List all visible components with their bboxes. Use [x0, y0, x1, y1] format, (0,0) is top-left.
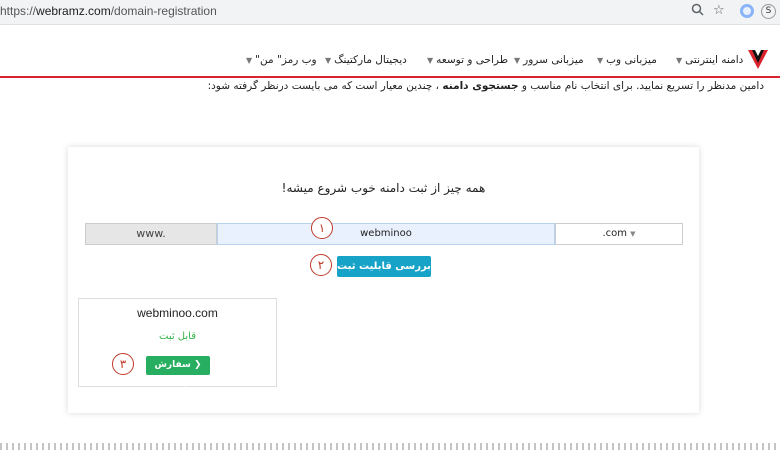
nav-divider [0, 76, 780, 78]
chevron-down-icon: ▼ [597, 56, 604, 65]
card-headline: همه چیز از ثبت دامنه خوب شروع میشه! [281, 181, 486, 195]
url-scheme: https:// [0, 4, 37, 18]
nav-item-marketing[interactable]: ▼ دیجیتال مارکتینگ [325, 54, 407, 66]
result-status: قابل ثبت [159, 331, 196, 342]
step-marker-3: ۳ [112, 353, 134, 375]
chevron-down-icon: ▼ [325, 56, 332, 65]
address-bar[interactable]: https://webramz.com/domain-registration … [0, 0, 780, 25]
step-marker-1: ۱ [311, 217, 333, 239]
chevron-left-icon: ❮ [193, 360, 202, 370]
nav-item-my-account[interactable]: ▼ "وب رمز" من [246, 54, 317, 66]
domain-result-box: webminoo.com قابل ثبت ❮ سفارش دهید ۳ [78, 298, 277, 389]
url-path: /domain-registration [110, 4, 217, 18]
cropped-text-line [0, 443, 780, 450]
chevron-down-icon: ▼ [246, 56, 253, 65]
skype-extension-icon[interactable]: S [761, 4, 776, 19]
nav-item-domain[interactable]: ▼ دامنه اینترنتی [676, 54, 743, 66]
nav-label: میزبانی سرور [523, 54, 584, 66]
step-marker-2: ۲ [310, 254, 332, 276]
domain-name-input[interactable]: webminoo [217, 223, 555, 245]
webramz-logo[interactable] [747, 48, 769, 70]
url-text[interactable]: https://webramz.com/domain-registration [0, 4, 217, 18]
url-host: webramz.com [36, 4, 111, 18]
www-prefix: www. [85, 223, 217, 245]
extension-value: .com [602, 228, 627, 239]
chevron-down-icon: ▼ [630, 230, 636, 238]
nav-item-design[interactable]: ▼ طراحی و توسعه [427, 54, 508, 66]
nav-label: طراحی و توسعه [436, 54, 509, 66]
domain-input-row: www. webminoo .com ▼ [85, 223, 683, 245]
extension-icon[interactable] [740, 4, 754, 18]
check-availability-button[interactable]: بررسی قابلیت ثبت [337, 256, 431, 277]
extension-select[interactable]: .com ▼ [555, 223, 683, 245]
chevron-down-icon: ▼ [427, 56, 434, 65]
star-icon[interactable]: ☆ [713, 3, 725, 18]
result-domain: webminoo.com [137, 306, 218, 320]
domain-search-card: همه چیز از ثبت دامنه خوب شروع میشه! www.… [68, 147, 699, 413]
chevron-down-icon: ▼ [676, 56, 683, 65]
intro-text: دامین مدنظر را تسریع نمایید. برای انتخاب… [207, 80, 764, 92]
nav-label: "وب رمز" من [255, 54, 317, 66]
order-button[interactable]: ❮ سفارش دهید [146, 356, 210, 389]
nav-label: دامنه اینترنتی [685, 54, 744, 66]
nav-item-web-hosting[interactable]: ▼ میزبانی وب [597, 54, 657, 66]
nav-item-server-hosting[interactable]: ▼ میزبانی سرور [514, 54, 584, 66]
magnifier-icon[interactable] [691, 3, 704, 20]
nav-label: دیجیتال مارکتینگ [334, 54, 407, 66]
nav-label: میزبانی وب [606, 54, 657, 66]
chevron-down-icon: ▼ [514, 56, 521, 65]
order-button-label: سفارش دهید [154, 360, 191, 389]
